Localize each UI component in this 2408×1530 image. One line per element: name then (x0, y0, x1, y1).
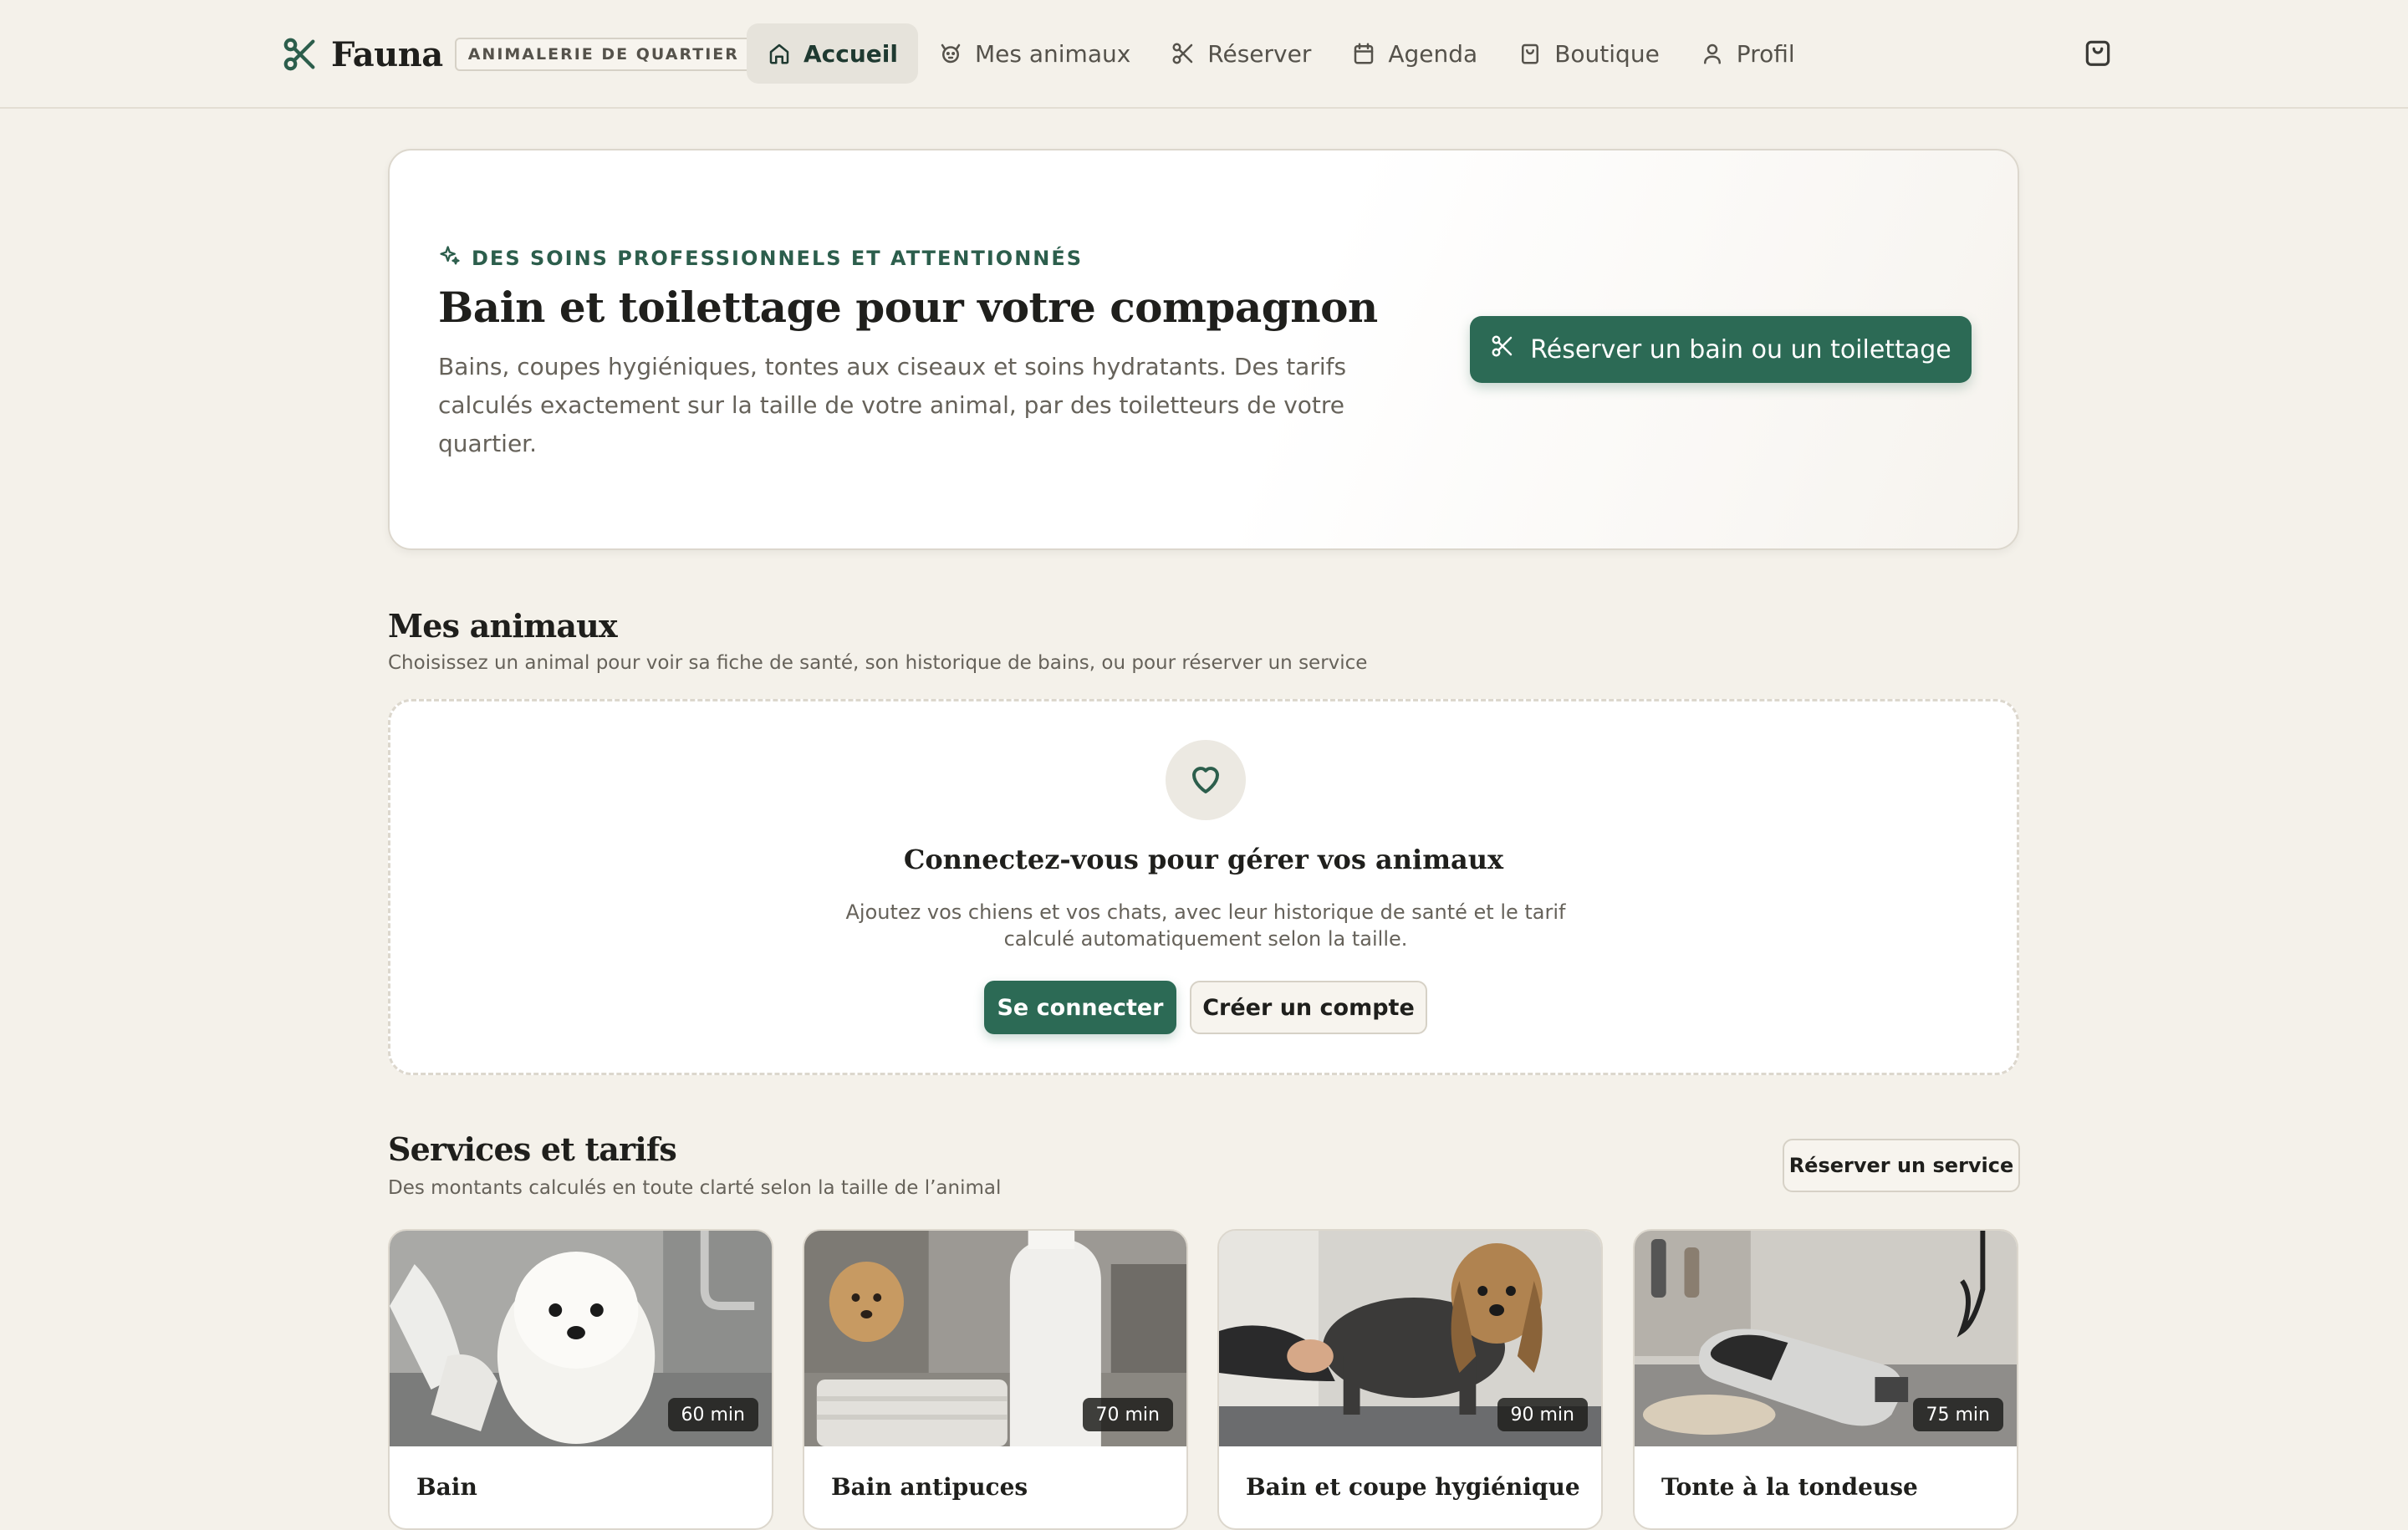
pet-icon (938, 41, 963, 66)
service-duration-badge: 75 min (1912, 1398, 2003, 1431)
service-duration-badge: 70 min (1082, 1398, 1173, 1431)
services-section-title: Services et tarifs (388, 1130, 677, 1168)
brand-name: Fauna (331, 34, 443, 74)
book-grooming-button[interactable]: Réserver un bain ou un toilettage (1470, 316, 1972, 383)
service-name: Bain et coupe hygiénique (1246, 1473, 1580, 1501)
create-account-button[interactable]: Créer un compte (1190, 981, 1427, 1034)
sparkle-icon (438, 244, 462, 273)
cart-button[interactable] (2079, 35, 2117, 74)
nav-label: Boutique (1554, 39, 1660, 68)
nav-item-accueil[interactable]: Accueil (747, 23, 918, 84)
service-name: Tonte à la tondeuse (1661, 1473, 1918, 1501)
heart-icon (1186, 758, 1226, 802)
book-service-button[interactable]: Réserver un service (1783, 1139, 2020, 1192)
brand-tagline: ANIMALERIE DE QUARTIER (454, 38, 752, 71)
service-name: Bain (416, 1473, 477, 1501)
service-card-bain-et-coupe[interactable]: 90 min Bain et coupe hygiénique (1217, 1229, 1603, 1530)
book-grooming-label: Réserver un bain ou un toilettage (1530, 334, 1951, 365)
pets-empty-state: Connectez-vous pour gérer vos animaux Aj… (388, 699, 2019, 1075)
hero-eyebrow-text: DES SOINS PROFESSIONNELS ET ATTENTIONNÉS (472, 247, 1084, 270)
brand[interactable]: Fauna ANIMALERIE DE QUARTIER (281, 30, 752, 79)
service-card-bain[interactable]: 60 min Bain (388, 1229, 773, 1530)
nav-item-profil[interactable]: Profil (1680, 23, 1815, 84)
scissors-icon (1490, 334, 1515, 365)
cart-icon (2082, 37, 2114, 72)
user-icon (1700, 41, 1725, 66)
hero-description: Bains, coupes hygiéniques, tontes aux ci… (438, 353, 1347, 457)
nav-label: Réserver (1207, 39, 1312, 68)
shopping-bag-icon (1518, 41, 1543, 66)
pets-section-title: Mes animaux (388, 607, 618, 645)
nav-label: Agenda (1388, 39, 1478, 68)
hero-eyebrow: DES SOINS PROFESSIONNELS ET ATTENTIONNÉS (438, 244, 1083, 273)
nav-label: Mes animaux (974, 39, 1131, 68)
hero-title: Bain et toilettage pour votre compagnon (438, 283, 1378, 332)
main-nav: Accueil Mes animaux Réserver Agenda Bout… (747, 23, 1815, 84)
nav-item-mes-animaux[interactable]: Mes animaux (918, 23, 1150, 84)
nav-item-boutique[interactable]: Boutique (1497, 23, 1680, 84)
service-card-bain-antipuces[interactable]: 70 min Bain antipuces (803, 1229, 1188, 1530)
pets-section-subtitle: Choisissez un animal pour voir sa fiche … (388, 652, 1368, 674)
nav-item-reserver[interactable]: Réserver (1150, 23, 1331, 84)
scissors-logo-icon (281, 35, 319, 74)
nav-label: Accueil (804, 39, 898, 68)
home-icon (767, 41, 792, 66)
hero-card: DES SOINS PROFESSIONNELS ET ATTENTIONNÉS… (388, 149, 2019, 550)
calendar-icon (1351, 41, 1376, 66)
services-section-subtitle: Des montants calculés en toute clarté se… (388, 1177, 1002, 1199)
nav-item-agenda[interactable]: Agenda (1331, 23, 1497, 84)
service-name: Bain antipuces (831, 1473, 1028, 1501)
top-navigation-bar: Fauna ANIMALERIE DE QUARTIER Accueil Mes… (0, 0, 2408, 109)
service-duration-badge: 60 min (667, 1398, 758, 1431)
heart-badge (1166, 740, 1246, 820)
nav-label: Profil (1736, 39, 1795, 68)
scissors-icon (1171, 41, 1196, 66)
service-card-tonte[interactable]: 75 min Tonte à la tondeuse (1633, 1229, 2018, 1530)
service-duration-badge: 90 min (1497, 1398, 1588, 1431)
login-button[interactable]: Se connecter (984, 981, 1176, 1034)
empty-state-text: Ajoutez vos chiens et vos chats, avec le… (845, 900, 1566, 951)
empty-state-title: Connectez-vous pour gérer vos animaux (903, 844, 1504, 875)
